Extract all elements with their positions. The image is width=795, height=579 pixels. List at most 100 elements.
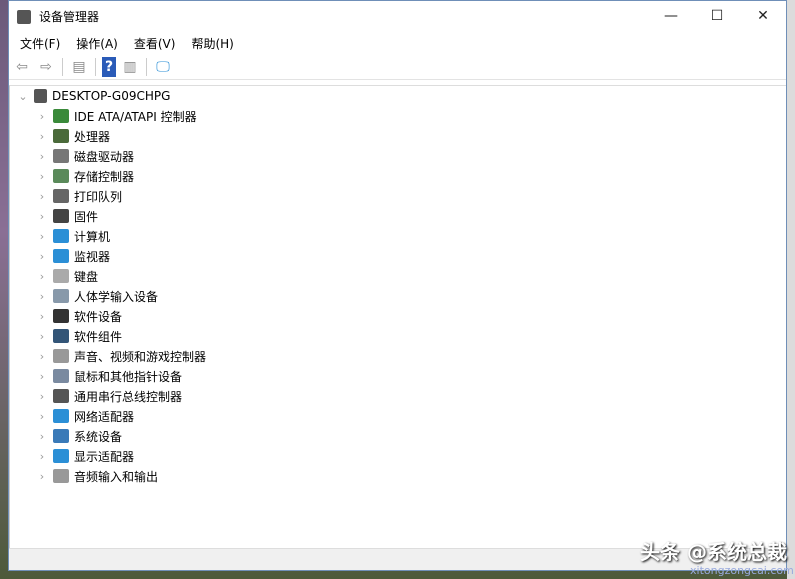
tree-item-label: 监视器 xyxy=(74,249,111,264)
chevron-right-icon[interactable]: › xyxy=(35,110,49,123)
tree-item[interactable]: › 固件 xyxy=(10,206,786,226)
forward-icon[interactable]: ⇨ xyxy=(36,57,56,77)
tree-item[interactable]: › 存储控制器 xyxy=(10,166,786,186)
chevron-right-icon[interactable]: › xyxy=(35,290,49,303)
device-category-icon xyxy=(53,189,69,203)
menu-view[interactable]: 查看(V) xyxy=(126,35,184,52)
title-bar: 设备管理器 — ☐ ✕ xyxy=(9,1,786,32)
device-category-icon xyxy=(53,309,69,323)
tree-item-label: 人体学输入设备 xyxy=(74,289,159,304)
tree-root[interactable]: ⌄ DESKTOP-G09CHPG xyxy=(10,86,786,106)
tree-item-label: 打印队列 xyxy=(74,189,123,204)
toolbar-separator xyxy=(146,57,147,76)
toolbar-separator xyxy=(95,57,96,76)
device-category-icon xyxy=(53,329,69,343)
chevron-right-icon[interactable]: › xyxy=(35,210,49,223)
tree-item-label: 音频输入和输出 xyxy=(74,469,159,484)
device-category-icon xyxy=(53,389,69,403)
show-hide-console-tree-icon[interactable]: ▤ xyxy=(69,57,89,77)
tree-root-label: DESKTOP-G09CHPG xyxy=(52,89,171,103)
tree-item[interactable]: › 键盘 xyxy=(10,266,786,286)
chevron-down-icon[interactable]: ⌄ xyxy=(16,90,30,103)
chevron-right-icon[interactable]: › xyxy=(35,470,49,483)
device-category-icon xyxy=(53,269,69,283)
tree-item[interactable]: › 显示适配器 xyxy=(10,446,786,466)
menu-bar: 文件(F) 操作(A) 查看(V) 帮助(H) xyxy=(9,32,786,54)
chevron-right-icon[interactable]: › xyxy=(35,170,49,183)
chevron-right-icon[interactable]: › xyxy=(35,430,49,443)
tree-item-label: 软件设备 xyxy=(74,309,123,324)
menu-help[interactable]: 帮助(H) xyxy=(183,35,241,52)
maximize-button[interactable]: ☐ xyxy=(694,1,740,31)
menu-action[interactable]: 操作(A) xyxy=(68,35,126,52)
help-icon[interactable]: ? xyxy=(102,56,116,77)
tree-item-label: 网络适配器 xyxy=(74,409,135,424)
chevron-right-icon[interactable]: › xyxy=(35,130,49,143)
back-icon[interactable]: ⇦ xyxy=(12,57,32,77)
device-category-icon xyxy=(53,349,69,363)
tree-item[interactable]: › 磁盘驱动器 xyxy=(10,146,786,166)
chevron-right-icon[interactable]: › xyxy=(35,250,49,263)
tree-item[interactable]: › 通用串行总线控制器 xyxy=(10,386,786,406)
close-button[interactable]: ✕ xyxy=(740,1,786,31)
tree-item[interactable]: › 网络适配器 xyxy=(10,406,786,426)
chevron-right-icon[interactable]: › xyxy=(35,270,49,283)
tree-item-label: 处理器 xyxy=(74,129,111,144)
tree-item-label: 磁盘驱动器 xyxy=(74,149,135,164)
device-category-icon xyxy=(53,169,69,183)
device-category-icon xyxy=(53,289,69,303)
tree-item[interactable]: › 监视器 xyxy=(10,246,786,266)
tree-item[interactable]: › 软件组件 xyxy=(10,326,786,346)
tree-item[interactable]: › 音频输入和输出 xyxy=(10,466,786,486)
chevron-right-icon[interactable]: › xyxy=(35,230,49,243)
tree-item-label: 软件组件 xyxy=(74,329,123,344)
tree-item-label: 键盘 xyxy=(74,269,99,284)
tree-item[interactable]: › 软件设备 xyxy=(10,306,786,326)
watermark-site: xitongzongcai.com xyxy=(690,564,794,577)
device-category-icon xyxy=(53,409,69,423)
device-category-icon xyxy=(53,109,69,123)
chevron-right-icon[interactable]: › xyxy=(35,190,49,203)
chevron-right-icon[interactable]: › xyxy=(35,330,49,343)
chevron-right-icon[interactable]: › xyxy=(35,410,49,423)
tree-item-label: 通用串行总线控制器 xyxy=(74,389,183,404)
device-category-icon xyxy=(53,449,69,463)
device-category-icon xyxy=(53,429,69,443)
properties-icon[interactable]: ▥ xyxy=(120,57,140,77)
tree-item[interactable]: › 声音、视频和游戏控制器 xyxy=(10,346,786,366)
chevron-right-icon[interactable]: › xyxy=(35,310,49,323)
chevron-right-icon[interactable]: › xyxy=(35,370,49,383)
tree-item-label: 存储控制器 xyxy=(74,169,135,184)
device-category-icon xyxy=(53,129,69,143)
tree-item-label: 声音、视频和游戏控制器 xyxy=(74,349,207,364)
minimize-button[interactable]: — xyxy=(648,1,694,31)
device-category-icon xyxy=(53,209,69,223)
toolbar-separator xyxy=(62,57,63,76)
tree-item-label: 计算机 xyxy=(74,229,111,244)
device-manager-icon xyxy=(17,9,31,24)
toolbar: ⇦ ⇨ ▤ ? ▥ 🖵 xyxy=(9,54,786,80)
tree-item[interactable]: › 系统设备 xyxy=(10,426,786,446)
tree-item-label: IDE ATA/ATAPI 控制器 xyxy=(74,109,197,124)
chevron-right-icon[interactable]: › xyxy=(35,450,49,463)
scan-hardware-icon[interactable]: 🖵 xyxy=(153,57,173,77)
chevron-right-icon[interactable]: › xyxy=(35,350,49,363)
tree-item[interactable]: › 打印队列 xyxy=(10,186,786,206)
desktop-background xyxy=(787,0,795,579)
tree-item[interactable]: › 处理器 xyxy=(10,126,786,146)
device-category-icon xyxy=(53,229,69,243)
chevron-right-icon[interactable]: › xyxy=(35,150,49,163)
device-category-icon xyxy=(53,149,69,163)
device-tree: ⌄ DESKTOP-G09CHPG › IDE ATA/ATAPI 控制器 › 处理器… xyxy=(9,85,786,548)
device-category-icon xyxy=(53,249,69,263)
tree-item[interactable]: › 计算机 xyxy=(10,226,786,246)
tree-item[interactable]: › 鼠标和其他指针设备 xyxy=(10,366,786,386)
computer-icon xyxy=(34,89,47,103)
tree-item-label: 系统设备 xyxy=(74,429,123,444)
tree-item[interactable]: › IDE ATA/ATAPI 控制器 xyxy=(10,106,786,126)
menu-file[interactable]: 文件(F) xyxy=(12,35,68,52)
tree-item-label: 显示适配器 xyxy=(74,449,135,464)
chevron-right-icon[interactable]: › xyxy=(35,390,49,403)
window-title: 设备管理器 xyxy=(39,10,100,24)
tree-item[interactable]: › 人体学输入设备 xyxy=(10,286,786,306)
